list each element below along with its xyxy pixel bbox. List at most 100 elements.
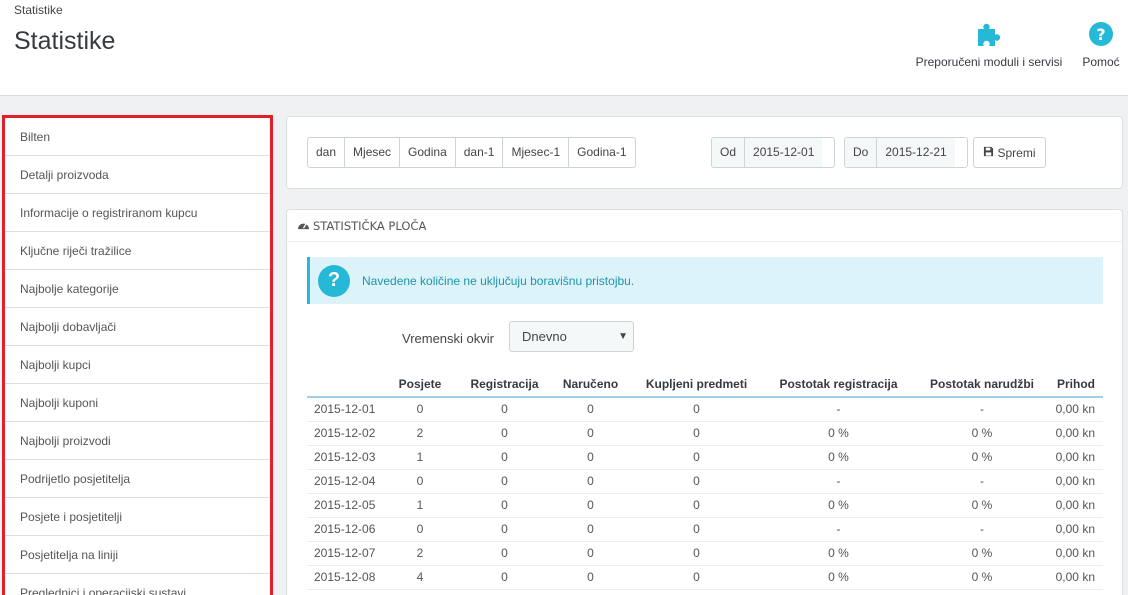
table-row: 2015-12-08 4 0 0 0 0 % 0 % 0,00 kn — [307, 565, 1103, 590]
cell-registrations: 0 — [461, 421, 548, 446]
help-button[interactable]: ? Pomoć — [1078, 18, 1124, 69]
cell-bought-items: 0 — [633, 397, 760, 422]
cell-registration-rate: 0 % — [760, 421, 917, 446]
column-header-registrations: Registracija — [461, 371, 548, 398]
page-header: Statistike Statistike Preporučeni moduli… — [0, 0, 1128, 96]
cell-registration-rate: 0 % — [760, 541, 917, 566]
cell-revenue: 0,00 kn — [1047, 397, 1103, 422]
cell-registration-rate: - — [760, 469, 917, 494]
cell-revenue: 0,00 kn — [1047, 469, 1103, 494]
column-header-visits: Posjete — [379, 371, 461, 398]
cell-bought-items: 0 — [633, 445, 760, 470]
month-button[interactable]: Mjesec — [345, 138, 401, 167]
cell-registrations: 0 — [461, 493, 548, 518]
table-row: 2015-12-06 0 0 0 0 - - 0,00 kn — [307, 517, 1103, 542]
year-button[interactable]: Godina — [400, 138, 456, 167]
column-header-orders: Naručeno — [548, 371, 633, 398]
panel-heading: STATISTIČKA PLOČA — [287, 210, 1122, 242]
date-to-input[interactable]: 2015-12-21 — [877, 138, 955, 167]
sidebar-item-podrijetlo-posjetitelja[interactable]: Podrijetlo posjetitelja — [5, 460, 270, 498]
cell-order-rate: - — [917, 469, 1047, 494]
stats-module-list: Bilten Detalji proizvoda Informacije o r… — [2, 115, 273, 595]
sidebar-item-kljucne-rijeci[interactable]: Ključne riječi tražilice — [5, 232, 270, 270]
cell-order-rate: 0 % — [917, 421, 1047, 446]
column-header-registration-rate: Postotak registracija — [760, 371, 917, 398]
cell-bought-items: 0 — [633, 469, 760, 494]
cell-revenue: 0,00 kn — [1047, 517, 1103, 542]
sidebar-item-najbolji-kupci[interactable]: Najbolji kupci — [5, 346, 270, 384]
cell-visits: 2 — [379, 541, 461, 566]
cell-order-rate: 0 % — [917, 541, 1047, 566]
cell-revenue: 0,00 kn — [1047, 493, 1103, 518]
cell-date: 2015-12-06 — [307, 517, 379, 542]
cell-registrations: 0 — [461, 397, 548, 422]
table-row: 2015-12-01 0 0 0 0 - - 0,00 kn — [307, 397, 1103, 422]
sidebar-item-bilten[interactable]: Bilten — [5, 118, 270, 156]
cell-revenue: 0,00 kn — [1047, 421, 1103, 446]
help-label: Pomoć — [1082, 55, 1120, 69]
panel-heading-title: STATISTIČKA PLOČA — [313, 218, 427, 233]
date-from-label: Od — [712, 138, 746, 167]
previous-month-button[interactable]: Mjesec-1 — [503, 138, 570, 167]
stats-dashboard-panel: STATISTIČKA PLOČA ? Navedene količine ne… — [286, 209, 1123, 595]
column-header-date — [307, 371, 379, 398]
timeframe-selected-value: Dnevno — [522, 329, 567, 344]
cell-order-rate: 0 % — [917, 445, 1047, 470]
cell-registration-rate: - — [760, 397, 917, 422]
sidebar-item-najbolji-kuponi[interactable]: Najbolji kuponi — [5, 384, 270, 422]
cell-orders: 0 — [548, 469, 633, 494]
svg-text:?: ? — [1096, 25, 1105, 44]
cell-visits: 0 — [379, 517, 461, 542]
save-button[interactable]: Spremi — [973, 137, 1046, 168]
cell-order-rate: - — [917, 517, 1047, 542]
recommended-modules-button[interactable]: Preporučeni moduli i servisi — [908, 18, 1070, 69]
column-header-order-rate: Postotak narudžbi — [917, 371, 1047, 398]
cell-visits: 4 — [379, 565, 461, 590]
sidebar-item-najbolje-kategorije[interactable]: Najbolje kategorije — [5, 270, 270, 308]
date-from-input[interactable]: 2015-12-01 — [745, 138, 823, 167]
sidebar-item-registrirani-kupac[interactable]: Informacije o registriranom kupcu — [5, 194, 270, 232]
sidebar-item-posjete-posjetitelji[interactable]: Posjete i posjetitelji — [5, 498, 270, 536]
column-header-revenue: Prihod — [1047, 371, 1103, 398]
cell-orders: 0 — [548, 421, 633, 446]
cell-visits: 0 — [379, 469, 461, 494]
cell-visits: 0 — [379, 397, 461, 422]
sidebar-item-detalji-proizvoda[interactable]: Detalji proizvoda — [5, 156, 270, 194]
recommended-modules-label: Preporučeni moduli i servisi — [915, 55, 1063, 69]
sidebar-item-najbolji-dobavljaci[interactable]: Najbolji dobavljači — [5, 308, 270, 346]
cell-orders: 0 — [548, 565, 633, 590]
floppy-disk-icon — [983, 146, 994, 160]
previous-year-button[interactable]: Godina-1 — [569, 138, 634, 167]
cell-registrations: 0 — [461, 469, 548, 494]
cell-visits: 1 — [379, 493, 461, 518]
cell-date: 2015-12-03 — [307, 445, 379, 470]
cell-date: 2015-12-04 — [307, 469, 379, 494]
sidebar-item-posjetitelja-na-liniji[interactable]: Posjetitelja na liniji — [5, 536, 270, 574]
sidebar-item-najbolji-proizvodi[interactable]: Najbolji proizvodi — [5, 422, 270, 460]
table-row: 2015-12-04 0 0 0 0 - - 0,00 kn — [307, 469, 1103, 494]
cell-date: 2015-12-07 — [307, 541, 379, 566]
cell-date: 2015-12-05 — [307, 493, 379, 518]
cell-visits: 1 — [379, 445, 461, 470]
cell-revenue: 0,00 kn — [1047, 541, 1103, 566]
breadcrumb[interactable]: Statistike — [14, 3, 63, 17]
cell-order-rate: 0 % — [917, 493, 1047, 518]
cell-revenue: 0,00 kn — [1047, 565, 1103, 590]
day-button[interactable]: dan — [308, 138, 346, 167]
chevron-down-icon: ▼ — [618, 331, 628, 342]
date-range-button-group: dan Mjesec Godina dan-1 Mjesec-1 Godina-… — [307, 137, 636, 168]
cell-order-rate: - — [917, 397, 1047, 422]
cell-orders: 0 — [548, 493, 633, 518]
sidebar-item-preglednici[interactable]: Preglednici i operacijski sustavi — [5, 574, 270, 595]
date-to-label: Do — [845, 138, 878, 167]
cell-registrations: 0 — [461, 541, 548, 566]
cell-registrations: 0 — [461, 565, 548, 590]
cell-orders: 0 — [548, 397, 633, 422]
previous-day-button[interactable]: dan-1 — [456, 138, 504, 167]
cell-orders: 0 — [548, 541, 633, 566]
stats-table: Posjete Registracija Naručeno Kupljeni p… — [307, 371, 1103, 590]
date-filter-panel: dan Mjesec Godina dan-1 Mjesec-1 Godina-… — [286, 116, 1123, 189]
cell-registrations: 0 — [461, 445, 548, 470]
timeframe-select[interactable]: Dnevno ▼ — [509, 321, 634, 352]
question-circle-icon: ? — [1078, 18, 1124, 50]
